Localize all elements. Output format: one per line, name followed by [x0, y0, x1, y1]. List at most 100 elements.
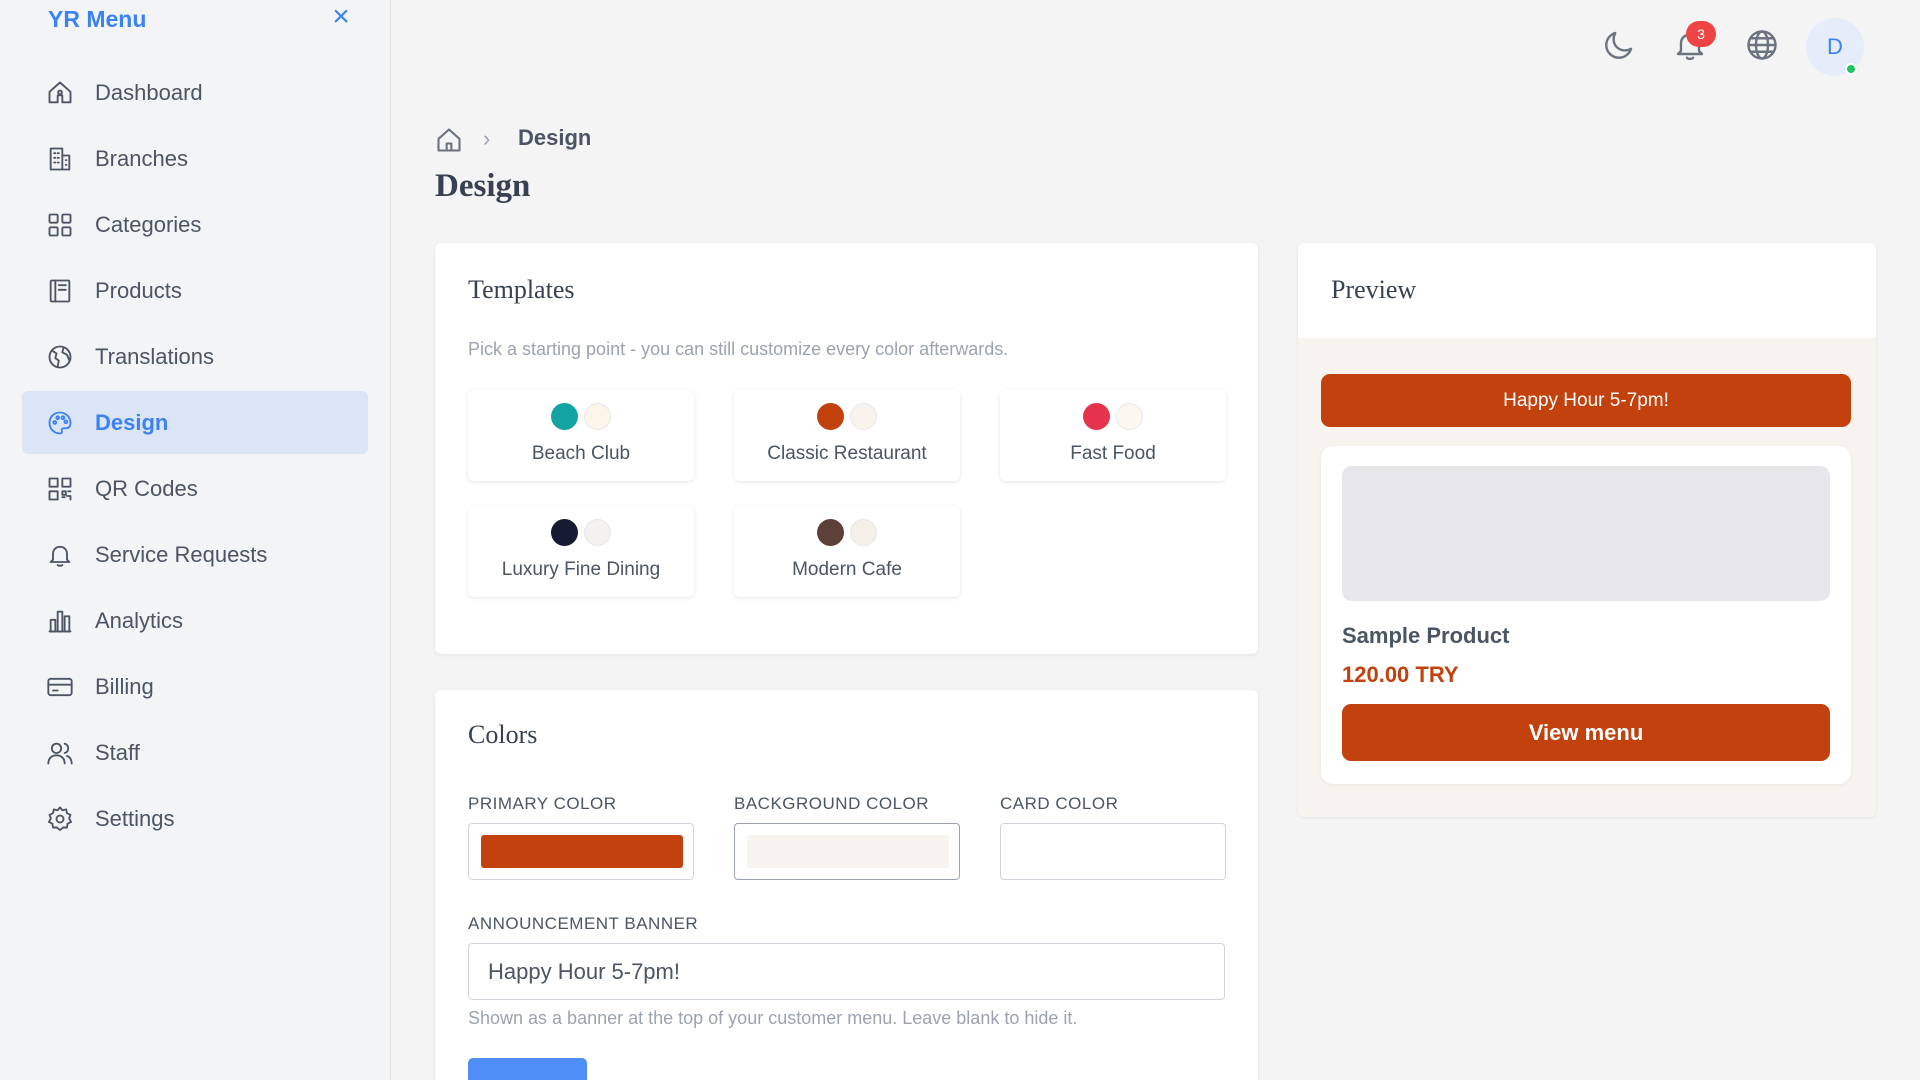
page-title: Design — [435, 168, 531, 204]
bar-chart-icon — [46, 607, 74, 635]
primary-color-swatch — [481, 835, 683, 868]
template-fast-food[interactable]: Fast Food — [1000, 390, 1226, 481]
templates-card: Templates Pick a starting point - you ca… — [435, 243, 1258, 654]
primary-color-label: PRIMARY COLOR — [468, 794, 617, 813]
sidebar-item-label: Design — [95, 409, 169, 435]
sidebar-item-staff[interactable]: Staff — [22, 721, 368, 784]
home-icon — [46, 79, 74, 107]
primary-color-dot — [551, 403, 578, 430]
preview-title: Preview — [1331, 275, 1417, 304]
preview-canvas: Happy Hour 5-7pm! Sample Product 120.00 … — [1298, 338, 1876, 817]
users-icon — [46, 739, 74, 767]
sidebar-item-label: Categories — [95, 211, 202, 237]
grid-icon — [46, 211, 74, 239]
card-color-label: CARD COLOR — [1000, 794, 1119, 813]
template-luxury-fine-dining[interactable]: Luxury Fine Dining — [468, 506, 694, 597]
sidebar-nav: Dashboard Branches Categories Products T… — [22, 61, 368, 853]
template-beach-club[interactable]: Beach Club — [468, 390, 694, 481]
moon-icon — [1605, 31, 1633, 59]
background-color-swatch — [747, 835, 949, 868]
sidebar-item-label: Dashboard — [95, 79, 203, 105]
secondary-color-dot — [850, 519, 877, 546]
preview-card: Preview Happy Hour 5-7pm! Sample Product… — [1298, 243, 1876, 817]
primary-color-dot — [817, 519, 844, 546]
credit-card-icon — [46, 673, 74, 701]
sidebar-item-dashboard[interactable]: Dashboard — [22, 61, 368, 124]
secondary-color-dot — [584, 403, 611, 430]
sidebar-item-label: Billing — [95, 673, 154, 699]
product-image-placeholder — [1342, 466, 1830, 601]
book-icon — [46, 277, 74, 305]
template-label: Luxury Fine Dining — [501, 559, 661, 580]
secondary-color-dot — [850, 403, 877, 430]
sidebar-item-label: Translations — [95, 343, 215, 369]
product-price: 120.00 TRY — [1342, 662, 1459, 687]
templates-description: Pick a starting point - you can still cu… — [468, 339, 1009, 359]
online-status-dot — [1845, 63, 1857, 75]
sidebar-item-service-requests[interactable]: Service Requests — [22, 523, 368, 586]
globe-icon — [1747, 30, 1777, 60]
sidebar-item-design[interactable]: Design — [22, 391, 368, 454]
secondary-color-dot — [584, 519, 611, 546]
sidebar-item-products[interactable]: Products — [22, 259, 368, 322]
announcement-banner-input[interactable] — [468, 943, 1225, 1000]
background-color-picker[interactable] — [734, 823, 960, 880]
colors-title: Colors — [468, 720, 538, 749]
sidebar-item-analytics[interactable]: Analytics — [22, 589, 368, 652]
template-modern-cafe[interactable]: Modern Cafe — [734, 506, 960, 597]
theme-toggle-button[interactable] — [1601, 27, 1637, 63]
card-color-swatch — [1013, 835, 1215, 868]
sidebar-item-label: Service Requests — [95, 541, 268, 567]
view-menu-button[interactable]: View menu — [1342, 704, 1830, 761]
template-classic-restaurant[interactable]: Classic Restaurant — [734, 390, 960, 481]
preview-product-card: Sample Product 120.00 TRY View menu — [1321, 446, 1851, 784]
template-label: Classic Restaurant — [767, 443, 927, 464]
gear-icon — [46, 805, 74, 833]
qr-code-icon — [46, 475, 74, 503]
sidebar-item-label: Branches — [95, 145, 188, 171]
primary-color-dot — [551, 519, 578, 546]
language-button[interactable] — [1744, 27, 1780, 63]
product-name: Sample Product — [1342, 623, 1510, 648]
template-label: Modern Cafe — [792, 559, 902, 580]
building-icon — [46, 145, 74, 173]
palette-icon — [46, 409, 74, 437]
close-icon: × — [332, 0, 350, 33]
primary-color-picker[interactable] — [468, 823, 694, 880]
globe-icon — [46, 343, 74, 371]
breadcrumb-separator: › — [483, 126, 491, 151]
background-color-label: BACKGROUND COLOR — [734, 794, 930, 813]
bell-icon — [46, 541, 74, 569]
sidebar: YR Menu × Dashboard Branches Categories … — [0, 0, 391, 1080]
preview-header: Preview — [1298, 243, 1876, 338]
card-color-picker[interactable] — [1000, 823, 1226, 880]
breadcrumb-home-link[interactable] — [435, 126, 463, 154]
sidebar-item-label: Analytics — [95, 607, 184, 633]
templates-title: Templates — [468, 275, 575, 304]
secondary-color-dot — [1116, 403, 1143, 430]
sidebar-item-label: Products — [95, 277, 182, 303]
preview-announcement-banner: Happy Hour 5-7pm! — [1321, 374, 1851, 427]
sidebar-item-billing[interactable]: Billing — [22, 655, 368, 718]
primary-color-dot — [817, 403, 844, 430]
sidebar-item-label: Staff — [95, 739, 140, 765]
announcement-banner-label: ANNOUNCEMENT BANNER — [468, 914, 699, 933]
primary-color-dot — [1083, 403, 1110, 430]
sidebar-item-label: QR Codes — [95, 475, 198, 501]
announcement-banner-help: Shown as a banner at the top of your cus… — [468, 1008, 1078, 1028]
brand-title: YR Menu — [48, 6, 147, 32]
home-icon — [437, 128, 461, 152]
sidebar-item-qr-codes[interactable]: QR Codes — [22, 457, 368, 520]
colors-card: Colors PRIMARY COLOR BACKGROUND COLOR CA… — [435, 690, 1258, 1080]
template-label: Beach Club — [531, 443, 631, 464]
sidebar-item-categories[interactable]: Categories — [22, 193, 368, 256]
notification-badge: 3 — [1686, 21, 1716, 47]
sidebar-item-settings[interactable]: Settings — [22, 787, 368, 850]
template-label: Fast Food — [1070, 443, 1156, 464]
save-button[interactable] — [468, 1058, 587, 1080]
sidebar-item-label: Settings — [95, 805, 175, 831]
close-sidebar-button[interactable]: × — [326, 2, 356, 32]
sidebar-item-branches[interactable]: Branches — [22, 127, 368, 190]
breadcrumb-current: Design — [518, 125, 592, 150]
sidebar-item-translations[interactable]: Translations — [22, 325, 368, 388]
